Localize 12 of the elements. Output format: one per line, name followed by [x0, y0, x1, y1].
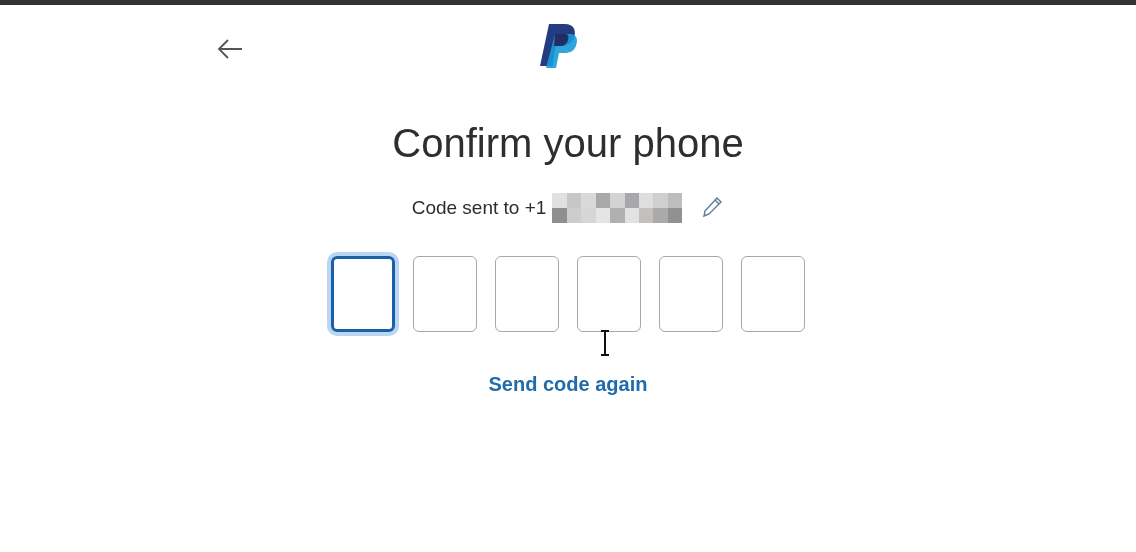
code-digit-field[interactable] [413, 256, 477, 332]
code-digit-field[interactable] [577, 256, 641, 332]
pencil-icon [701, 196, 724, 220]
logo-icon [537, 22, 577, 70]
text-cursor-icon [599, 330, 611, 356]
code-digit-field[interactable] [659, 256, 723, 332]
code-digit-field[interactable] [741, 256, 805, 332]
send-code-again-link[interactable]: Send code again [488, 369, 648, 399]
code-sent-text: Code sent to +1 [411, 195, 547, 220]
code-digit-field[interactable] [495, 256, 559, 332]
back-arrow-icon [217, 39, 243, 59]
page-title: Confirm your phone [392, 120, 744, 167]
